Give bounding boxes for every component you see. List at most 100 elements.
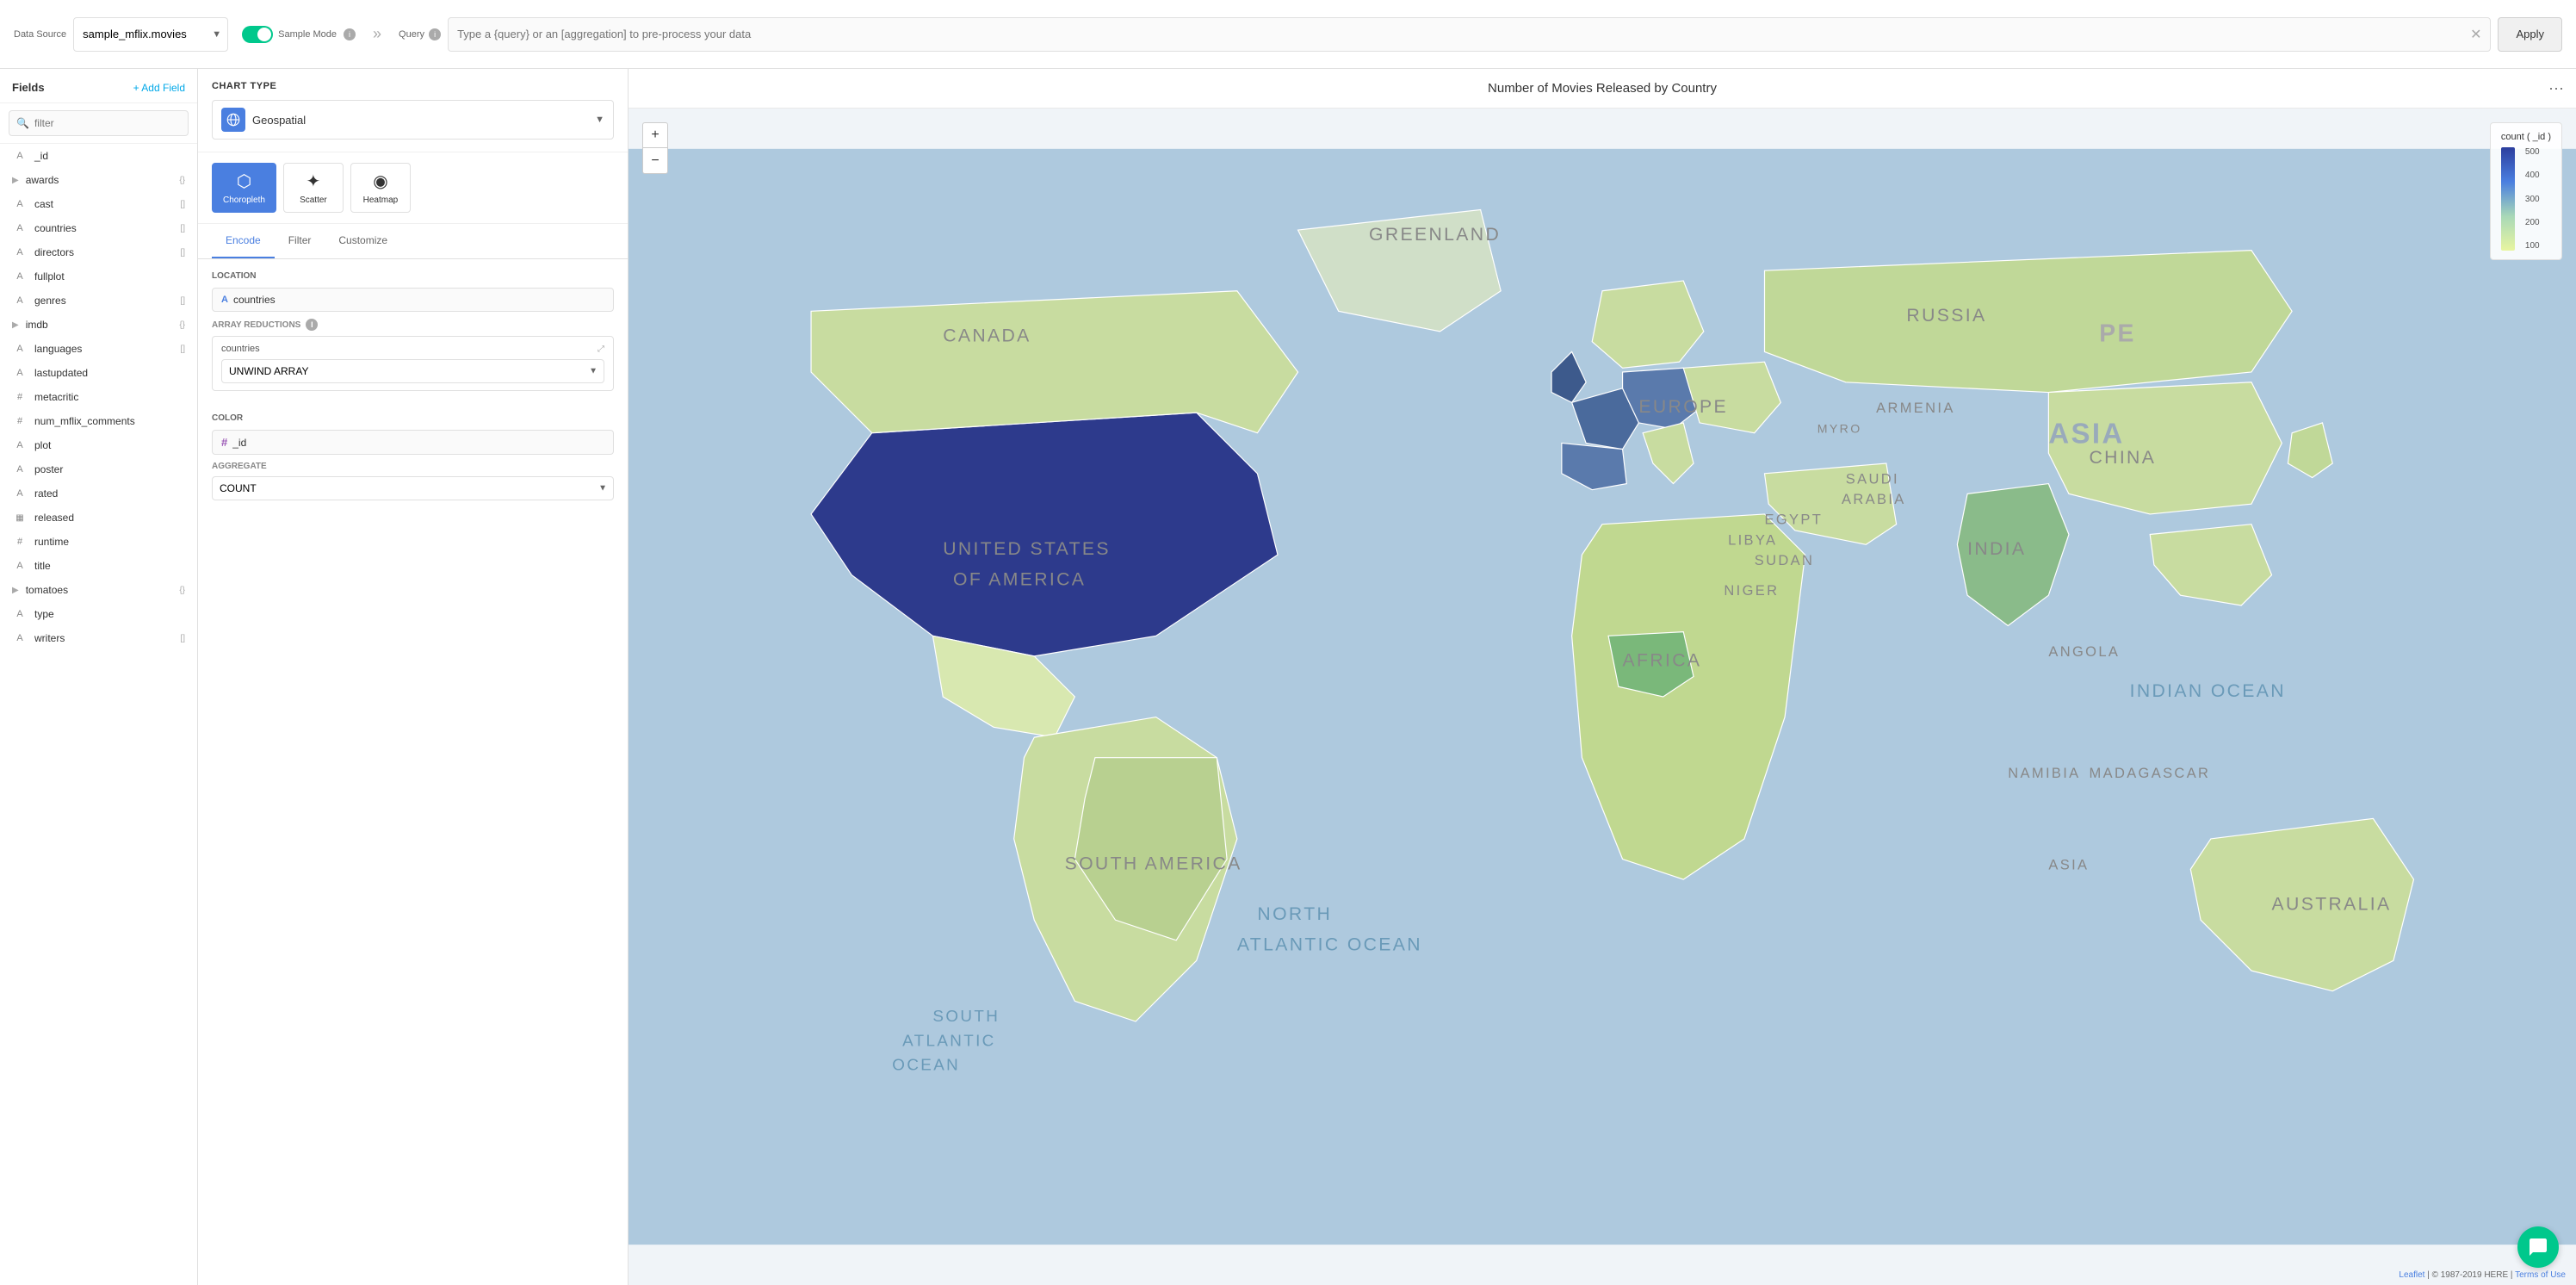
field-item-plot[interactable]: A plot [0,433,197,457]
field-item-genres[interactable]: A genres [] [0,289,197,313]
sample-mode-toggle[interactable] [242,26,273,43]
legend-gradient [2501,147,2515,251]
field-type-icon-cast: A [12,199,28,209]
label-me: SAUDI [1846,472,1899,487]
field-type-icon-rated: A [12,488,28,499]
leaflet-link[interactable]: Leaflet [2399,1270,2424,1280]
field-name-runtime: runtime [34,536,185,548]
label-africa: AFRICA [1623,651,1702,671]
zoom-out-button[interactable]: − [642,148,668,174]
field-item-awards[interactable]: ▶ awards {} [0,168,197,192]
field-item-runtime[interactable]: # runtime [0,530,197,554]
country-russia [1765,251,2293,393]
apply-button[interactable]: Apply [2498,17,2562,52]
chart-subtype-scatter[interactable]: ✦ Scatter [283,163,344,213]
field-badge-tomatoes: {} [179,586,185,595]
field-item-type[interactable]: A type [0,602,197,626]
chart-subtype-choropleth[interactable]: ⬡ Choropleth [212,163,276,213]
fields-list: A _id ▶ awards {} A cast [] A countries … [0,144,197,1285]
location-field-name: countries [233,294,276,306]
field-type-icon-poster: A [12,464,28,475]
map-more-button[interactable]: ··· [2548,79,2564,97]
field-expand-icon-imdb[interactable]: ▶ [12,320,19,330]
query-clear-button[interactable]: ✕ [2470,26,2481,43]
label-atlantic: North [1257,904,1332,924]
field-item-num_mflix_comments[interactable]: # num_mflix_comments [0,409,197,433]
chart-subtype-icon-scatter: ✦ [307,171,321,192]
datasource-select[interactable]: sample_mflix.movies [73,17,228,52]
chart-type-label: Chart Type [212,81,614,91]
field-item-metacritic[interactable]: # metacritic [0,385,197,409]
legend-value-500: 500 [2525,147,2540,157]
encode-tab-label-encode: Encode [226,234,261,246]
field-type-icon-runtime: # [12,537,28,547]
field-item-languages[interactable]: A languages [] [0,337,197,361]
encode-tab-encode[interactable]: Encode [212,224,275,258]
query-info-icon[interactable]: i [429,28,441,40]
label-south-atlantic3: Ocean [892,1056,960,1074]
field-item-imdb[interactable]: ▶ imdb {} [0,313,197,337]
field-item-lastupdated[interactable]: A lastupdated [0,361,197,385]
chat-bubble[interactable] [2517,1226,2559,1268]
search-input-wrap: 🔍 [9,110,189,136]
array-sub-resize-icon: ⤢ [598,345,604,354]
map-title: Number of Movies Released by Country [1488,81,1717,96]
map-footer: Leaflet | © 1987-2019 HERE | Terms of Us… [2399,1270,2566,1280]
fields-search-wrap: 🔍 [0,103,197,144]
label-china: CHINA [2090,448,2157,468]
field-item-title[interactable]: A title [0,554,197,578]
label-usa: UNITED STATES [943,539,1111,559]
aggregate-select[interactable]: COUNT [212,476,614,500]
label-me2: ARABIA [1842,492,1906,507]
field-name-lastupdated: lastupdated [34,367,185,379]
field-item-writers[interactable]: A writers [] [0,626,197,650]
label-armenia: ARMENIA [1876,400,1955,416]
chart-subtype-heatmap[interactable]: ◉ Heatmap [350,163,411,213]
field-item-cast[interactable]: A cast [] [0,192,197,216]
legend-value-300: 300 [2525,195,2540,204]
field-name-metacritic: metacritic [34,391,185,403]
label-south-america: SOUTH AMERICA [1065,854,1242,873]
field-type-icon-countries: A [12,223,28,233]
legend-value-100: 100 [2525,241,2540,251]
map-title-bar: Number of Movies Released by Country ··· [629,69,2576,109]
field-type-icon-directors: A [12,247,28,258]
datasource-label: Data Source [14,29,66,40]
field-type-icon-writers: A [12,633,28,643]
field-type-icon-num_mflix_comments: # [12,416,28,426]
encode-tab-customize[interactable]: Customize [325,224,401,258]
array-reductions-info-icon[interactable]: i [306,319,318,331]
field-type-icon-title: A [12,561,28,571]
field-item-countries[interactable]: A countries [] [0,216,197,240]
field-expand-icon-awards[interactable]: ▶ [12,176,19,185]
array-sub-field-label: countries ⤢ [221,344,604,354]
add-field-button[interactable]: + Add Field [133,82,185,94]
field-name-plot: plot [34,439,185,451]
array-reduction-select[interactable]: UNWIND ARRAY [221,359,604,383]
terms-link[interactable]: Terms of Use [2515,1270,2566,1280]
map-legend: count ( _id ) 500400300200100 [2490,122,2562,260]
field-item-rated[interactable]: A rated [0,481,197,506]
chart-type-select[interactable]: Geospatial ▼ [212,100,614,140]
label-sudan: SUDAN [1755,553,1815,568]
encode-tab-filter[interactable]: Filter [275,224,325,258]
field-item-directors[interactable]: A directors [] [0,240,197,264]
field-type-icon-languages: A [12,344,28,354]
field-expand-icon-tomatoes[interactable]: ▶ [12,586,19,595]
field-item-fullplot[interactable]: A fullplot [0,264,197,289]
field-type-icon-plot: A [12,440,28,450]
zoom-in-button[interactable]: + [642,122,668,148]
fields-search-input[interactable] [34,117,181,129]
field-item-_id[interactable]: A _id [0,144,197,168]
field-item-released[interactable]: ▦ released [0,506,197,530]
geospatial-icon [226,112,241,127]
field-name-num_mflix_comments: num_mflix_comments [34,415,185,427]
sample-mode-info-icon[interactable]: i [344,28,356,40]
field-name-languages: languages [34,343,173,355]
legend-labels: 500400300200100 [2525,147,2540,251]
chart-type-dropdown-icon: ▼ [595,115,604,125]
field-type-icon-_id: A [12,151,28,161]
query-input[interactable] [457,28,2470,40]
field-item-poster[interactable]: A poster [0,457,197,481]
field-item-tomatoes[interactable]: ▶ tomatoes {} [0,578,197,602]
